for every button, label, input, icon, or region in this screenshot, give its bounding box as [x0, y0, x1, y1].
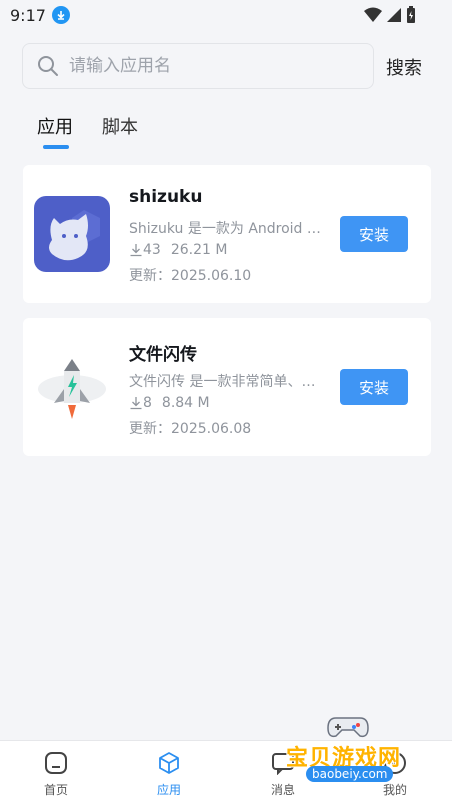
app-meta: 43 26.21 M: [129, 242, 227, 258]
home-icon: [45, 752, 67, 774]
download-icon: [130, 397, 142, 410]
watermark-logo: 宝贝游戏网 baobeiy.com: [282, 714, 432, 800]
tab-scripts[interactable]: 脚本: [102, 113, 138, 139]
signal-icon: [387, 8, 401, 22]
nav-label: 应用: [156, 783, 181, 797]
download-notification-icon: [51, 6, 70, 24]
rocket-app-icon: [34, 349, 110, 425]
shizuku-app-icon: [34, 196, 110, 272]
app-description: Shizuku 是一款为 Android 设备设计的工具: [129, 221, 325, 237]
install-button[interactable]: 安装: [340, 369, 408, 405]
gamepad-icon: [327, 717, 369, 738]
status-bar: 9:17: [0, 0, 452, 30]
download-count: 8: [143, 395, 152, 411]
watermark-url: baobeiy.com: [306, 766, 394, 782]
wifi-icon: [364, 7, 382, 22]
nav-item-apps[interactable]: 应用: [139, 751, 199, 798]
app-size: 8.84 M: [161, 395, 210, 411]
download-icon: [130, 244, 142, 257]
app-name: 文件闪传: [129, 345, 197, 365]
status-time: 9:17: [10, 5, 46, 25]
search-button[interactable]: 搜索: [386, 54, 422, 80]
app-description: 文件闪传 是一款非常简单、便捷的文件传输工具: [129, 374, 325, 390]
app-card-shizuku[interactable]: shizuku Shizuku 是一款为 Android 设备设计的工具 43 …: [23, 165, 431, 303]
search-field[interactable]: [22, 43, 374, 89]
search-icon: [38, 56, 58, 76]
app-name: shizuku: [129, 187, 203, 207]
download-count: 43: [143, 242, 161, 258]
app-meta: 8 8.84 M: [129, 395, 210, 411]
update-date: 更新：2025.06.10: [129, 268, 252, 284]
app-card-file-transfer[interactable]: 文件闪传 文件闪传 是一款非常简单、便捷的文件传输工具 8 8.84 M 更新：…: [23, 318, 431, 456]
status-icons: [364, 6, 416, 24]
update-date: 更新：2025.06.08: [129, 421, 252, 437]
install-button[interactable]: 安装: [340, 216, 408, 252]
cube-icon: [159, 752, 179, 774]
app-size: 26.21 M: [170, 242, 228, 258]
nav-item-home[interactable]: 首页: [26, 751, 86, 798]
battery-icon: [407, 6, 415, 23]
search-input[interactable]: [69, 56, 329, 76]
nav-label: 首页: [43, 783, 68, 797]
active-tab-indicator: [43, 145, 69, 149]
tab-apps[interactable]: 应用: [37, 113, 73, 139]
